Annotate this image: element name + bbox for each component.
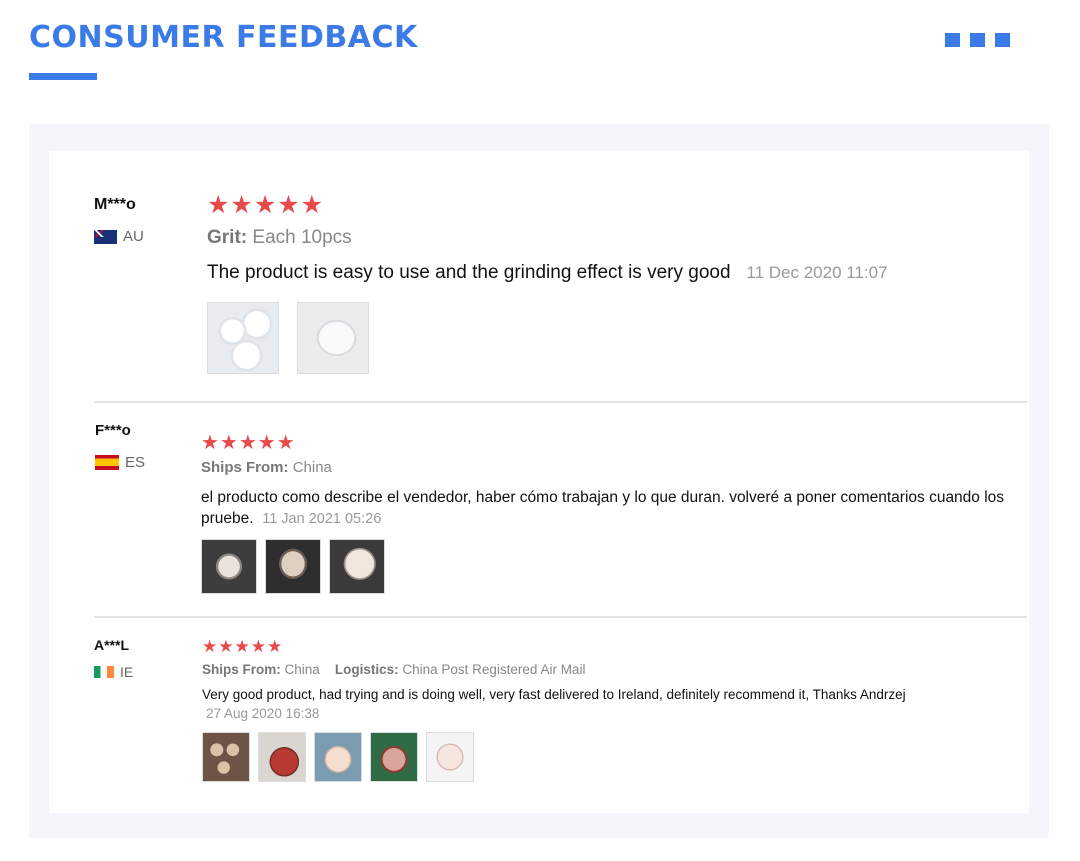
attribute-value: Each 10pcs [252,227,352,248]
review-body: Very good product, had trying and is doi… [202,687,906,702]
square-dot [970,33,985,47]
review-photos [202,732,474,782]
review-photos [207,302,369,374]
review-text: The product is easy to use and the grind… [207,262,1007,284]
disc-photo[interactable] [329,539,385,594]
title-underline [29,73,97,80]
ireland-flag-icon [94,666,114,678]
country-code: ES [125,454,146,471]
red-disc-photo[interactable] [258,732,306,782]
square-dot [995,33,1010,47]
sander-photo[interactable] [370,732,418,782]
ships-from-label: Ships From: [201,459,289,476]
review-divider [94,616,1027,618]
country-code: IE [120,664,134,680]
star-rating: ★★★★★ [207,191,325,219]
page-title: CONSUMER FEEDBACK [29,20,418,55]
review-date: 11 Jan 2021 05:26 [262,511,382,527]
logistics-value: China Post Registered Air Mail [402,662,586,677]
country-code: AU [123,228,144,245]
spain-flag-icon [95,455,119,470]
reviewer-country: ES [95,454,145,471]
disc-pack-photo[interactable] [201,539,257,594]
ships-from-label: Ships From: [202,662,281,677]
review-date: 27 Aug 2020 16:38 [206,706,320,721]
review-date: 11 Dec 2020 11:07 [746,263,888,282]
three-squares-icon[interactable] [945,33,1010,47]
discs-on-wood-photo[interactable] [202,732,250,782]
shipping-info: Ships From: China [201,459,332,476]
product-attribute: Grit: Each 10pcs [207,227,352,249]
reviewer-name: A***L [94,637,130,653]
attribute-label: Grit: [207,227,248,248]
sanding-disc-stack-photo[interactable] [297,302,369,374]
disc-pack-photo[interactable] [265,539,321,594]
review-body: The product is easy to use and the grind… [207,262,731,283]
disc-closeup-photo[interactable] [426,732,474,782]
ships-from-value: China [292,459,332,476]
reviewer-name: F***o [95,422,131,439]
reviewer-country: IE [94,664,133,680]
star-rating: ★★★★★ [202,637,284,656]
review-photos [201,539,385,594]
logistics-label: Logistics: [334,662,399,677]
shipping-info: Ships From: China Logistics: China Post … [202,662,585,677]
star-rating: ★★★★★ [201,432,296,454]
reviewer-name: M***o [94,196,136,213]
feedback-card [49,151,1029,813]
ships-from-value: China [284,662,320,677]
reviewer-country: AU [94,228,144,245]
review-text: el producto como describe el vendedor, h… [201,487,1021,530]
disc-in-hand-photo[interactable] [314,732,362,782]
sanding-discs-photo[interactable] [207,302,279,374]
square-dot [945,33,960,47]
australia-flag-icon [94,229,117,244]
review-divider [94,401,1027,403]
